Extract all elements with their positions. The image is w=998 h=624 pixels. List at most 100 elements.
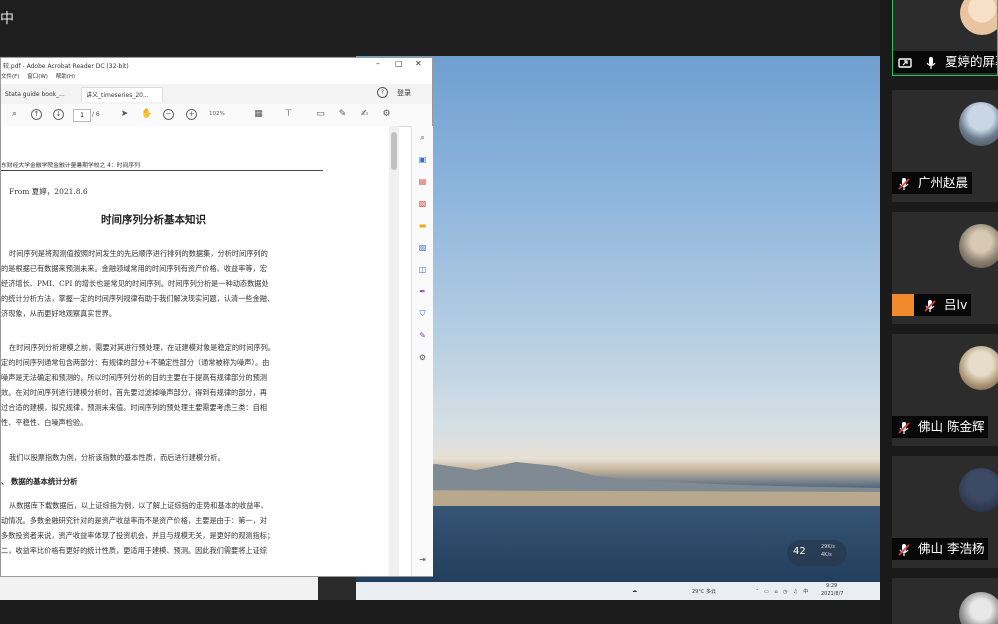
taskbar: ☁ 29°C 多云 ˄ ▭ ⌂ ◷ ♫ 中 9:29 2021/8/7	[356, 582, 880, 600]
minimize-button[interactable]: –	[376, 59, 380, 68]
pdf-page: 东财经大学金融学院金融计量暑期学校之 4：时间序列 From 夏婷，2021.8…	[1, 126, 389, 576]
top-label: 中	[0, 11, 14, 27]
cloud-icon[interactable]: ☁	[632, 588, 637, 594]
mic-muted-icon	[898, 177, 910, 190]
acrobat-window: 较.pdf - Adobe Acrobat Reader DC (32-bit)…	[0, 57, 433, 577]
page-total: / 6	[92, 111, 100, 118]
tray-icons[interactable]: ˄ ▭ ⌂ ◷ ♫ 中	[756, 588, 810, 595]
user-placeholder-icon	[892, 294, 914, 316]
section-heading: 、 数据的基本统计分析	[1, 477, 78, 486]
menu-file[interactable]: 文件(F)	[1, 74, 19, 80]
scroll-thumb[interactable]	[391, 132, 397, 170]
participant-tile[interactable]: 佛山 陈金辉	[892, 334, 998, 446]
participant-name: 佛山 李浩杨	[917, 541, 985, 556]
maximize-button[interactable]: □	[395, 59, 403, 68]
page-number-input[interactable]: 1	[73, 109, 91, 122]
zoom-in-icon[interactable]: +	[186, 109, 197, 120]
doc-author-line: From 夏婷，2021.8.6	[9, 187, 88, 196]
organize-pages-icon[interactable]: ▤	[417, 176, 428, 187]
window-titlebar: 较.pdf - Adobe Acrobat Reader DC (32-bit)…	[1, 58, 432, 72]
page-up-icon[interactable]: ↑	[31, 109, 42, 120]
menu-window[interactable]: 窗口(W)	[27, 74, 48, 80]
tab-stata-guide[interactable]: Stata guide book_...	[1, 87, 81, 102]
participant-tile[interactable]	[892, 578, 998, 624]
participant-tile[interactable]: 佛山 李浩杨	[892, 456, 998, 568]
avatar	[959, 346, 998, 390]
weather-label[interactable]: 29°C 多云	[692, 588, 716, 595]
comment-icon[interactable]: ▭	[315, 109, 326, 120]
participant-name: 广州赵晨	[917, 175, 968, 190]
document-tabs: Stata guide book_... 讲义_timeseries_20...…	[1, 84, 432, 105]
avatar	[959, 102, 998, 146]
search-icon[interactable]: ⌕	[417, 132, 428, 143]
comment-tool-icon[interactable]: ▬	[417, 220, 428, 231]
create-pdf-icon[interactable]: ▧	[417, 198, 428, 209]
collapse-panel-icon[interactable]: ⇥	[417, 554, 428, 565]
paragraph-3: 我们以股票指数为例，分析该指数的基本性质，而后进行建模分析。	[9, 453, 225, 462]
participant-name: 佛山 陈金辉	[917, 419, 985, 434]
participant-namebar: 佛山 李浩杨	[892, 538, 989, 560]
select-cursor-icon[interactable]: ➤	[119, 109, 130, 120]
participant-namebar: 广州赵晨	[892, 172, 972, 194]
help-icon[interactable]: ?	[377, 87, 388, 98]
zoom-search-icon[interactable]: ⌕	[9, 109, 20, 120]
mic-muted-icon	[898, 421, 910, 434]
mic-muted-icon	[898, 543, 910, 556]
upload-speed: 29K/s	[821, 544, 835, 550]
network-speed-overlay: 42 29K/s 4K/s	[787, 540, 847, 566]
participant-namebar: 佛山 陈金辉	[892, 416, 989, 438]
mic-muted-icon	[924, 299, 936, 312]
participant-tile[interactable]: 夏婷的屏幕	[892, 0, 998, 76]
fill-and-sign-icon[interactable]: ✒	[417, 286, 428, 297]
tools-sidebar: ⌕ ▣ ▤ ▧ ▬ ▨ ◫ ✒ ⛉ ✎ ⚙ ⇥	[411, 126, 433, 576]
top-bar: 中	[0, 0, 880, 56]
header-rule	[1, 170, 323, 171]
page-down-icon[interactable]: ↓	[53, 109, 64, 120]
toolbar: ⌕ ↑ ↓ 1 / 6 ➤ ✋ − + 102% ▦ ⊤ ▭ ✎ ✍ ⚙	[1, 104, 432, 127]
bottom-dark-bar	[0, 600, 880, 624]
close-button[interactable]: ✕	[415, 59, 422, 68]
wallpaper-mountains	[356, 462, 880, 506]
combine-files-icon[interactable]: ◫	[417, 264, 428, 275]
share-screen-icon	[898, 57, 912, 68]
clock-date[interactable]: 2021/8/7	[821, 591, 843, 597]
doc-header: 东财经大学金融学院金融计量暑期学校之 4：时间序列	[1, 163, 140, 169]
read-mode-icon[interactable]: ⊤	[283, 109, 294, 120]
avatar	[959, 224, 998, 268]
vertical-scrollbar[interactable]	[389, 126, 399, 576]
more-tools-icon[interactable]: ⚙	[417, 352, 428, 363]
participant-tile[interactable]: 吕lv	[892, 212, 998, 324]
mic-icon	[926, 56, 936, 69]
speed-percent: 42	[793, 546, 806, 557]
participant-tile[interactable]: 广州赵晨	[892, 90, 998, 202]
zoom-select[interactable]: 102%	[209, 111, 225, 117]
download-speed: 4K/s	[821, 552, 832, 558]
participant-namebar: 吕lv	[892, 294, 972, 316]
window-title: 较.pdf - Adobe Acrobat Reader DC (32-bit)	[3, 63, 129, 70]
menu-help[interactable]: 帮助(H)	[56, 74, 75, 80]
request-signature-icon[interactable]: ✎	[417, 330, 428, 341]
zoom-out-icon[interactable]: −	[163, 109, 174, 120]
bottom-strip	[0, 577, 318, 601]
signin-button[interactable]: 登录	[397, 88, 411, 98]
avatar	[959, 468, 998, 512]
export-pdf-icon[interactable]: ▣	[417, 154, 428, 165]
edit-pdf-icon[interactable]: ▨	[417, 242, 428, 253]
highlight-pen-icon[interactable]: ✎	[337, 109, 348, 120]
clock-time[interactable]: 9:29	[826, 583, 837, 589]
fill-sign-icon[interactable]: ⚙	[381, 109, 392, 120]
sign-icon[interactable]: ✍	[359, 109, 370, 120]
avatar	[960, 0, 997, 35]
participant-name: 夏婷的屏幕	[944, 54, 997, 69]
speed-details: 29K/s 4K/s	[821, 543, 835, 559]
protect-icon[interactable]: ⛉	[417, 308, 428, 319]
hand-tool-icon[interactable]: ✋	[141, 109, 152, 120]
doc-title: 时间序列分析基本知识	[101, 214, 206, 226]
participant-namebar: 夏婷的屏幕	[893, 51, 997, 73]
paragraph-2: 在时间序列分析建模之前，需要对其进行预处理，在证建模对象是稳定的时间序列。 定的…	[1, 343, 275, 428]
menu-bar: 文件(F) 窗口(W) 帮助(H)	[1, 72, 432, 84]
participants-panel: 夏婷的屏幕 广州赵晨 吕lv 佛山 陈金辉 佛山 李浩杨	[880, 0, 998, 624]
fit-page-icon[interactable]: ▦	[253, 109, 264, 120]
tab-timeseries[interactable]: 讲义_timeseries_20...	[81, 87, 163, 102]
avatar	[959, 592, 998, 624]
